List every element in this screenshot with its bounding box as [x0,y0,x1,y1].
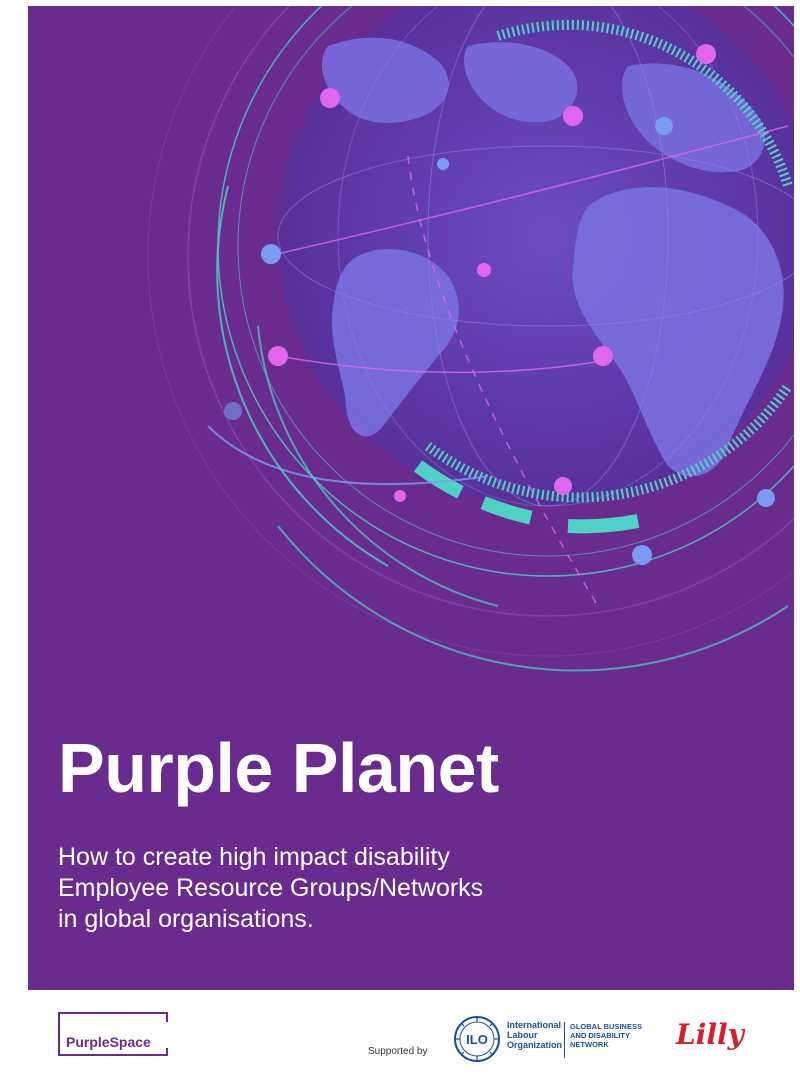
ilo-logo-text: International Labour Organization [507,1020,562,1050]
cover-panel: Purple Planet How to create high impact … [28,6,794,990]
lilly-logo: Lilly [676,1018,744,1051]
subtitle-line-2: Employee Resource Groups/Networks [58,874,484,902]
gbdn-line-3: NETWORK [570,1040,609,1049]
purplespace-logo: PurpleSpace [58,1012,169,1056]
purplespace-logo-text: PurpleSpace [66,1034,151,1050]
logo-divider [564,1022,565,1058]
cover-page: Purple Planet How to create high impact … [0,0,800,1078]
page-subtitle: How to create high impact disability Emp… [58,842,618,935]
ilo-line-1: International [507,1020,562,1030]
ilo-emblem-text: ILO [466,1032,488,1047]
gbdn-line-1: GLOBAL BUSINESS [570,1022,642,1031]
subtitle-line-3: in global organisations. [58,905,314,933]
supported-by-label: Supported by [368,1046,428,1057]
page-title: Purple Planet [58,729,499,807]
ilo-line-2: Labour [507,1030,538,1040]
subtitle-line-1: How to create high impact disability [58,843,450,871]
ilo-line-3: Organization [507,1040,563,1050]
footer-logos: PurpleSpace Supported by ILO Internation… [28,990,794,1078]
gbdn-logo-text: GLOBAL BUSINESS AND DISABILITY NETWORK [570,1022,642,1049]
gbdn-line-2: AND DISABILITY [570,1031,630,1040]
ilo-emblem-icon: ILO [454,1016,500,1062]
